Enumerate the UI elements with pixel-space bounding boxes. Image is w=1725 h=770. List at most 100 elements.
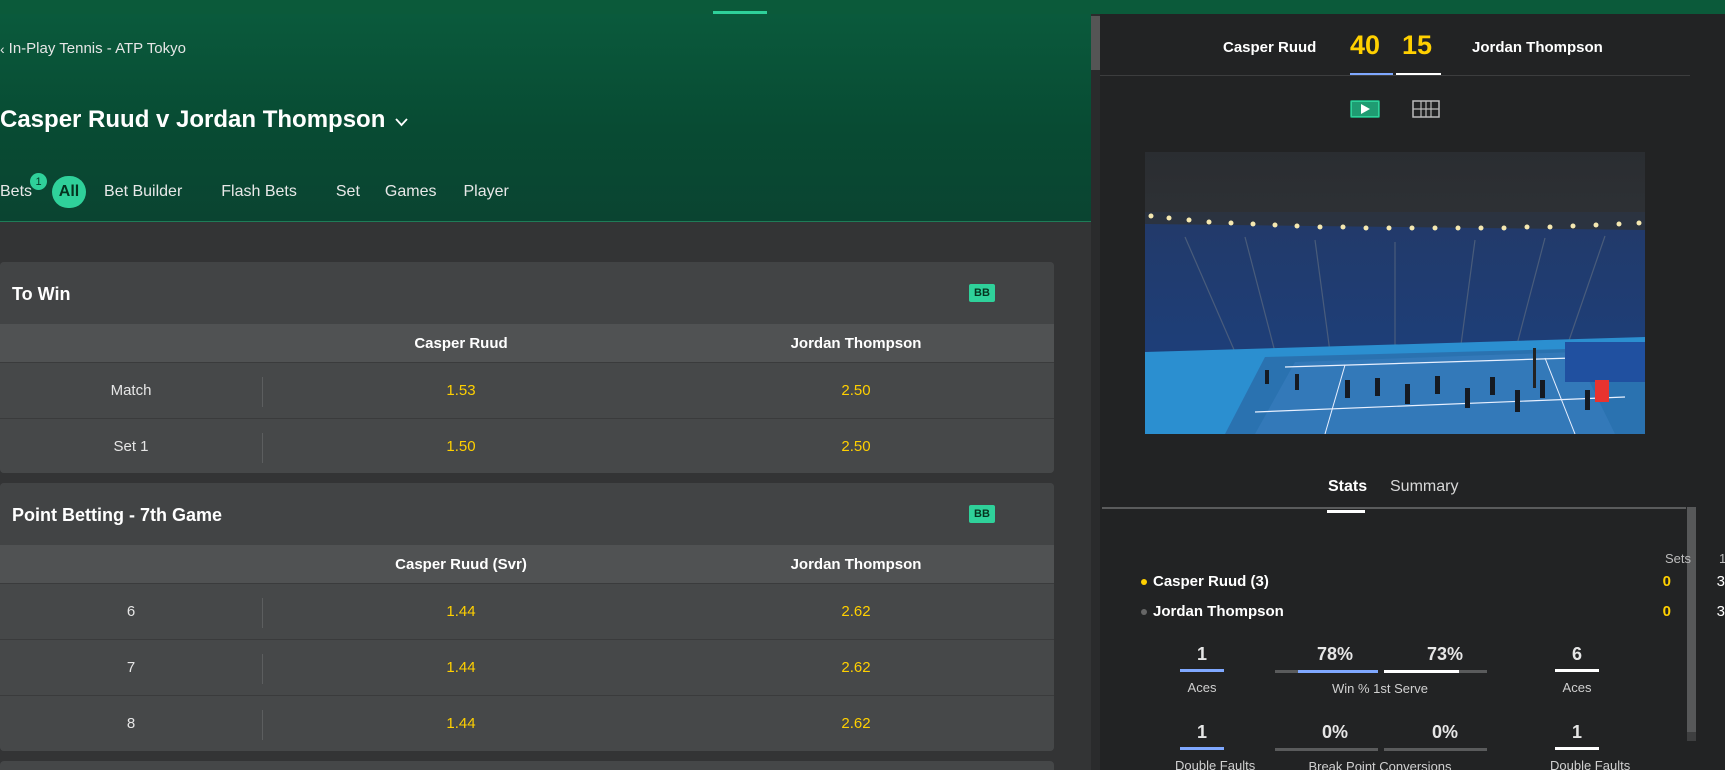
sets-won: 0 bbox=[1662, 603, 1671, 620]
stat-break-point-conversions: 0% 0% Break Point Conversions bbox=[1275, 722, 1487, 770]
market-header[interactable]: Point Betting - 7th Game BB bbox=[0, 483, 1054, 545]
stat-value: 1 bbox=[1196, 722, 1207, 742]
tab-stats[interactable]: Stats bbox=[1327, 478, 1368, 513]
stat-value: 1 bbox=[1196, 644, 1207, 664]
media-toggle bbox=[1100, 100, 1690, 130]
set1-games: 3 bbox=[1716, 573, 1725, 590]
arena-image bbox=[1145, 152, 1645, 434]
column-header-player1: Casper Ruud (Svr) bbox=[395, 556, 527, 573]
market-header[interactable]: To Win BB bbox=[0, 262, 1054, 324]
stat-value-player2: 0% bbox=[1431, 722, 1459, 742]
tab-bet-builder[interactable]: Bet Builder bbox=[104, 183, 182, 201]
odds-button[interactable]: 2.62 bbox=[841, 603, 870, 620]
market-next-peek bbox=[0, 761, 1054, 770]
stat-bar bbox=[1180, 747, 1224, 750]
tab-stats-label: Stats bbox=[1328, 478, 1368, 495]
player2-indicator bbox=[1396, 73, 1441, 75]
bet-builder-badge: BB bbox=[969, 284, 995, 302]
market-column-headers: Casper Ruud Jordan Thompson bbox=[0, 324, 1054, 362]
chevron-down-icon[interactable] bbox=[395, 114, 409, 130]
event-header: ‹ In-Play Tennis - ATP Tokyo Casper Ruud… bbox=[0, 14, 1091, 222]
tab-summary[interactable]: Summary bbox=[1390, 478, 1458, 496]
stat-label: Aces bbox=[1187, 680, 1217, 695]
stat-bar bbox=[1555, 669, 1599, 672]
scrollbar-thumb[interactable] bbox=[1091, 16, 1100, 70]
breadcrumb-label: In-Play Tennis - ATP Tokyo bbox=[8, 40, 186, 57]
stat-bar-player1 bbox=[1275, 670, 1378, 673]
scoreboard-score2: 15 bbox=[1402, 30, 1433, 60]
column-header-player2: Jordan Thompson bbox=[790, 556, 922, 573]
tab-all[interactable]: All bbox=[52, 176, 87, 208]
non-serving-indicator bbox=[1141, 609, 1147, 615]
tab-player[interactable]: Player bbox=[463, 183, 508, 201]
bet-builder-badge: BB bbox=[969, 505, 995, 523]
odds-button[interactable]: 2.62 bbox=[841, 659, 870, 676]
set1-games: 3 bbox=[1716, 603, 1725, 620]
odds-button[interactable]: 1.50 bbox=[446, 438, 475, 455]
odds-button[interactable]: 2.50 bbox=[841, 438, 870, 455]
column-header-player2: Jordan Thompson bbox=[790, 335, 922, 352]
sets-won: 0 bbox=[1662, 573, 1671, 590]
odds-button[interactable]: 1.44 bbox=[446, 603, 475, 620]
live-video-stream[interactable] bbox=[1145, 152, 1645, 434]
row-divider bbox=[262, 654, 263, 684]
stat-value-player2: 73% bbox=[1426, 644, 1464, 664]
serving-indicator bbox=[1141, 579, 1147, 585]
stat-label: Aces bbox=[1562, 680, 1592, 695]
stat-value: 1 bbox=[1571, 722, 1582, 742]
stats-scrollbar[interactable] bbox=[1687, 507, 1696, 741]
player-name: Jordan Thompson bbox=[1153, 603, 1284, 620]
scoreboard-player1: Casper Ruud bbox=[1223, 39, 1317, 56]
odds-button[interactable]: 2.50 bbox=[841, 382, 870, 399]
chevron-left-icon: ‹ bbox=[0, 40, 5, 57]
match-title-text: Casper Ruud v Jordan Thompson bbox=[0, 106, 386, 133]
stats-tabs: Stats Summary bbox=[1100, 466, 1690, 513]
tab-set[interactable]: Set bbox=[336, 183, 360, 201]
player1-indicator bbox=[1350, 73, 1393, 75]
market-title: To Win bbox=[12, 284, 71, 304]
match-title[interactable]: Casper Ruud v Jordan Thompson bbox=[0, 106, 409, 134]
odds-button[interactable]: 2.62 bbox=[841, 715, 870, 732]
market-row: 7 1.44 2.62 bbox=[0, 639, 1054, 695]
odds-button[interactable]: 1.44 bbox=[446, 659, 475, 676]
stat-bar-player2 bbox=[1384, 748, 1487, 751]
stat-aces-player1: 1 Aces bbox=[1175, 644, 1229, 695]
tab-games[interactable]: Games bbox=[385, 183, 437, 201]
stat-double-faults-player1: 1 Double Faults bbox=[1175, 722, 1255, 770]
match-tracker-panel: Casper Ruud 40 15 Jordan Thompson Stats … bbox=[1100, 14, 1725, 770]
stats-scrollbar-thumb[interactable] bbox=[1687, 507, 1696, 732]
market-to-win: To Win BB Casper Ruud Jordan Thompson Ma… bbox=[0, 262, 1054, 473]
row-label: 8 bbox=[126, 715, 136, 732]
stat-bar bbox=[1180, 669, 1224, 672]
stat-bar-fill bbox=[1297, 670, 1378, 673]
tab-bets[interactable]: Bets 1 bbox=[0, 173, 47, 201]
top-strip bbox=[0, 0, 1725, 14]
video-icon[interactable] bbox=[1350, 100, 1380, 123]
breadcrumb[interactable]: ‹ In-Play Tennis - ATP Tokyo bbox=[0, 40, 186, 57]
sets-header: Sets bbox=[1665, 551, 1692, 566]
market-title: Point Betting - 7th Game bbox=[12, 505, 223, 525]
stat-bar-fill bbox=[1384, 670, 1460, 673]
odds-button[interactable]: 1.53 bbox=[446, 382, 475, 399]
row-label: Set 1 bbox=[113, 438, 149, 455]
row-label: 6 bbox=[126, 603, 136, 620]
stat-double-faults-player2: 1 Double Faults bbox=[1550, 722, 1630, 770]
stat-value: 6 bbox=[1571, 644, 1582, 664]
row-divider bbox=[262, 598, 263, 628]
row-label: Match bbox=[110, 382, 152, 399]
stat-bar bbox=[1555, 747, 1599, 750]
column-header-player1: Casper Ruud bbox=[414, 335, 508, 352]
market-row: 8 1.44 2.62 bbox=[0, 695, 1054, 751]
set-row-player2: Jordan Thompson 0 3 bbox=[1140, 602, 1725, 624]
bets-count-badge: 1 bbox=[30, 173, 47, 190]
scrollbar[interactable] bbox=[1091, 14, 1100, 770]
market-row: 6 1.44 2.62 bbox=[0, 583, 1054, 639]
stat-label: Win % 1st Serve bbox=[1331, 681, 1429, 696]
odds-button[interactable]: 1.44 bbox=[446, 715, 475, 732]
court-stats-icon[interactable] bbox=[1412, 100, 1440, 123]
stat-label: Break Point Conversions bbox=[1308, 759, 1452, 770]
stat-bar-player2 bbox=[1384, 670, 1487, 673]
tab-active-underline bbox=[1327, 510, 1365, 513]
row-label: 7 bbox=[126, 659, 136, 676]
tab-flash-bets[interactable]: Flash Bets bbox=[221, 183, 297, 201]
